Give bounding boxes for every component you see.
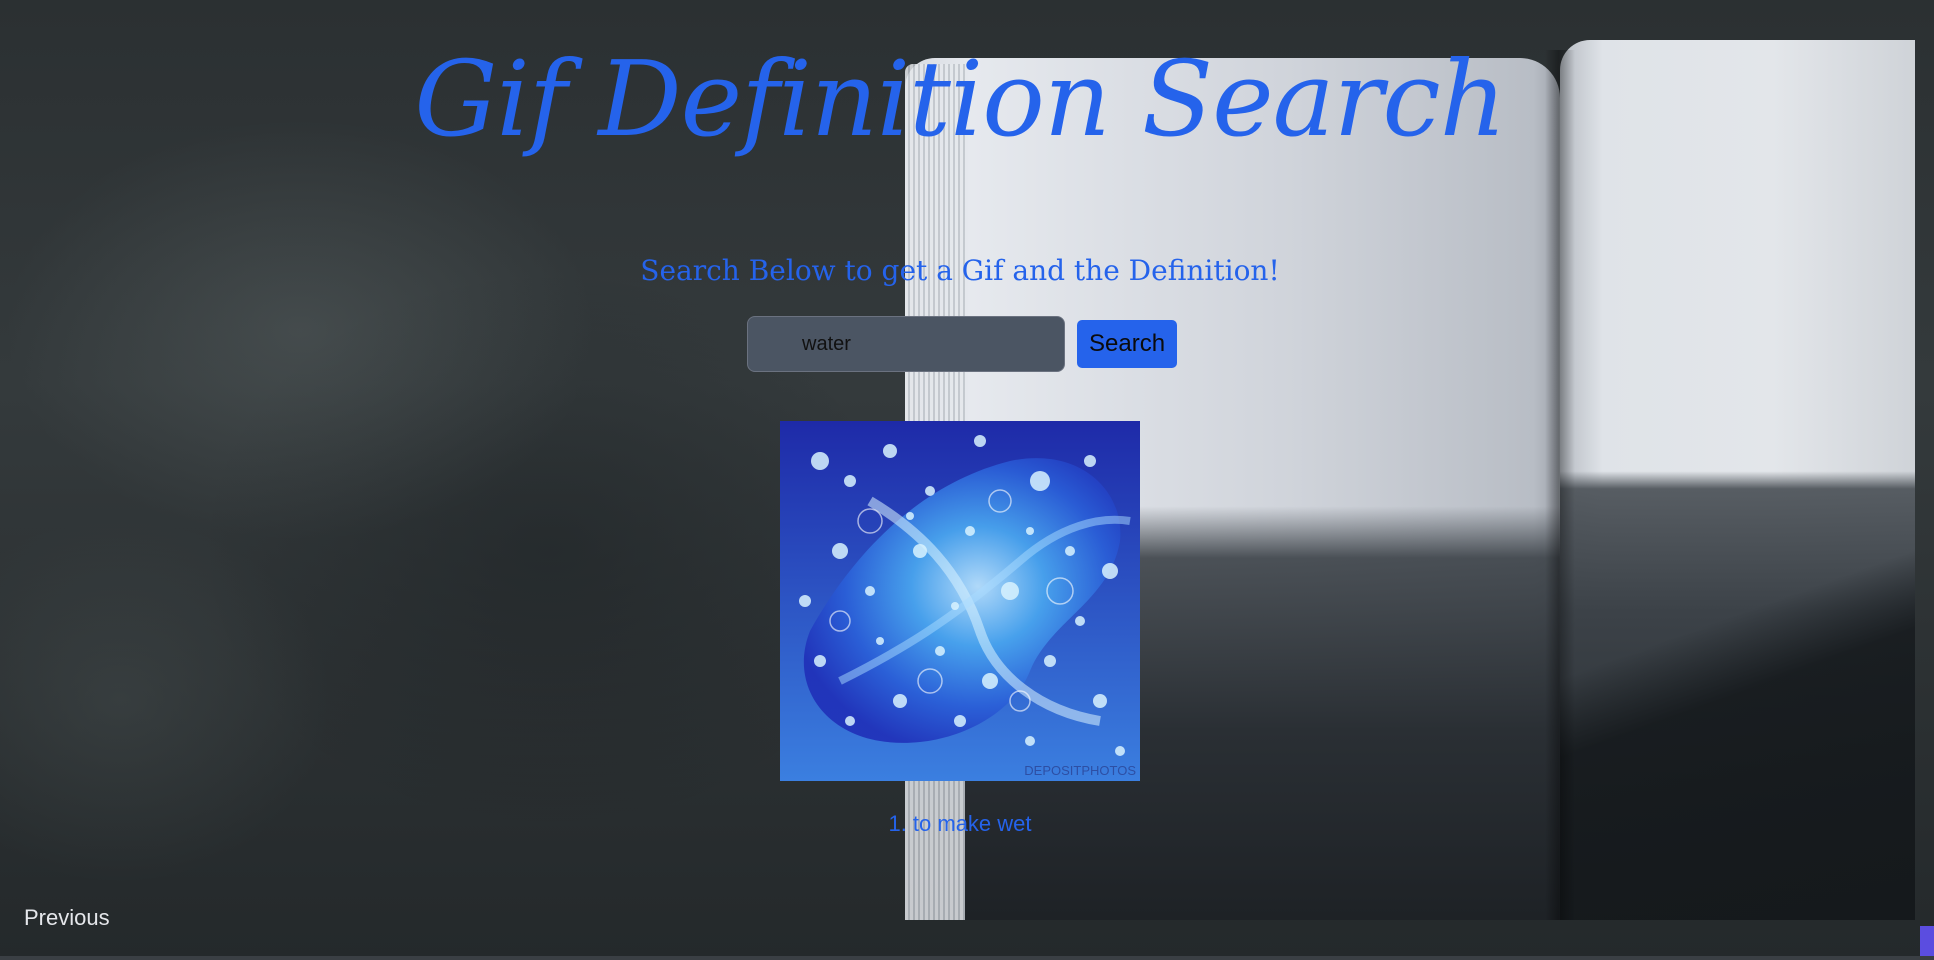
previous-link[interactable]: Previous	[24, 905, 110, 931]
page-title: Gif Definition Search	[414, 38, 1506, 160]
gif-watermark: DEPOSITPHOTOS	[1024, 763, 1136, 778]
search-button[interactable]: Search	[1077, 320, 1178, 368]
corner-accent	[1920, 926, 1934, 960]
main-content: Gif Definition Search Search Below to ge…	[0, 0, 1934, 960]
search-input[interactable]	[747, 316, 1065, 372]
definition-text: 1. to make wet	[888, 811, 1032, 836]
search-form: Search	[747, 316, 1178, 372]
page-subtitle: Search Below to get a Gif and the Defini…	[640, 254, 1280, 287]
result-gif: DEPOSITPHOTOS	[780, 421, 1140, 781]
bottom-scroll-strip	[0, 956, 1934, 960]
water-splash-image	[780, 421, 1140, 781]
